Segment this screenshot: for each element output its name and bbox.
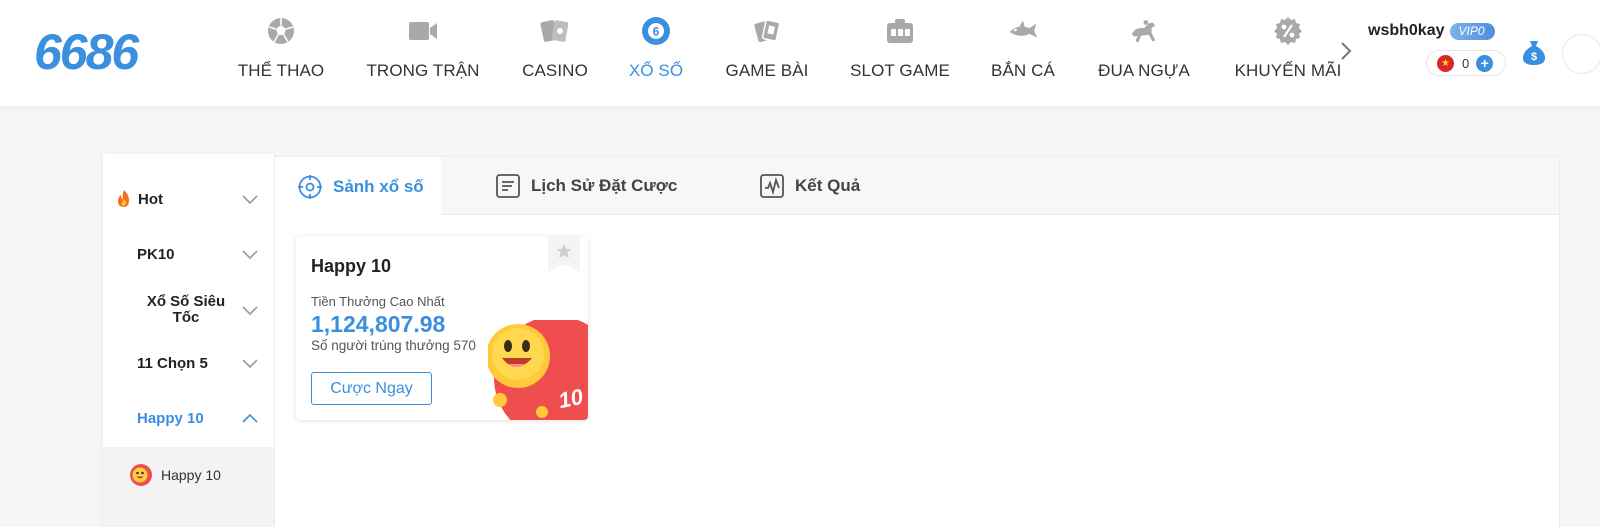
sidebar-label: Hot	[138, 190, 163, 208]
winners-count: Số người trúng thưởng 570	[311, 338, 476, 353]
lottery-panel: Sảnh xổ số Lịch Sử Đặt Cược Kết Quả Happ…	[274, 156, 1560, 527]
sidebar-label: PK10	[137, 245, 175, 263]
sidebar-label: Happy 10	[137, 409, 204, 427]
sidebar-subitem-label: Happy 10	[161, 467, 221, 483]
svg-text:$: $	[1531, 51, 1537, 63]
nav-item-khuyen-mai[interactable]: KHUYẾN MÃI	[1228, 0, 1348, 106]
happy-10-icon	[130, 464, 152, 486]
svg-text:6: 6	[653, 25, 660, 39]
username[interactable]: wsbh0kay	[1368, 22, 1444, 40]
document-icon	[496, 174, 520, 198]
discount-icon	[1272, 15, 1304, 47]
nav-label: GAME BÀI	[725, 61, 809, 80]
tab-label: Kết Quả	[795, 176, 861, 195]
nav-label: BẮN CÁ	[991, 61, 1055, 80]
deposit-plus-icon[interactable]: +	[1476, 54, 1494, 72]
sidebar-submenu: Happy 10	[103, 447, 274, 527]
nav-label: TRONG TRẬN	[366, 61, 480, 80]
video-camera-icon	[407, 15, 439, 47]
sidebar-item-hot[interactable]: Hot	[103, 184, 274, 214]
nav-label: CASINO	[522, 61, 588, 80]
fish-icon	[1007, 15, 1039, 47]
nav-label: ĐUA NGỰA	[1098, 61, 1190, 80]
balance-value: 0	[1462, 55, 1470, 71]
chevron-down-icon	[242, 306, 258, 316]
balance-box: ★ 0 +	[1426, 50, 1506, 76]
chevron-down-icon	[242, 250, 258, 260]
nav-item-xo-so[interactable]: 6 XỔ SỐ	[621, 0, 691, 106]
vietnam-flag-icon: ★	[1437, 54, 1454, 72]
money-bag-icon[interactable]: $	[1519, 37, 1549, 67]
tab-label: Sảnh xổ số	[333, 176, 424, 196]
nav-label: KHUYẾN MÃI	[1234, 61, 1342, 80]
sidebar-item-pk10[interactable]: PK10	[103, 239, 274, 269]
chevron-right-icon	[1341, 42, 1352, 60]
sidebar-item-11-chon-5[interactable]: 11 Chọn 5	[103, 348, 274, 378]
sidebar-subitem-happy-10[interactable]: Happy 10	[129, 463, 221, 487]
star-favorite-icon[interactable]	[548, 236, 580, 272]
nav-item-dua-ngua[interactable]: ĐUA NGỰA	[1094, 0, 1194, 106]
slot-machine-icon	[884, 15, 916, 47]
chevron-down-icon	[242, 195, 258, 205]
nav-item-casino[interactable]: CASINO	[509, 0, 601, 106]
chevron-down-icon	[242, 359, 258, 369]
nav-label: XỔ SỐ	[628, 61, 684, 80]
top-header: 6686 THỂ THAO TRONG TRẬN CASINO 6 XỔ SỐ	[0, 0, 1600, 106]
card-title: Happy 10	[311, 256, 392, 276]
nav-item-slot-game[interactable]: SLOT GAME	[847, 0, 953, 106]
nav-next-arrow[interactable]	[1336, 38, 1356, 64]
tab-label: Lịch Sử Đặt Cược	[531, 176, 678, 195]
playing-cards-icon	[539, 15, 571, 47]
tab-bar: Sảnh xổ số Lịch Sử Đặt Cược Kết Quả	[275, 157, 1559, 216]
lottery-ball-icon: 6	[640, 15, 672, 47]
soccer-ball-icon	[265, 15, 297, 47]
profile-button[interactable]	[1562, 34, 1600, 74]
sidebar-label: Xổ Số Siêu Tốc	[146, 293, 226, 326]
main-nav: THỂ THAO TRONG TRẬN CASINO 6 XỔ SỐ GAME …	[225, 0, 1353, 106]
chart-icon	[760, 174, 784, 198]
tab-bet-history[interactable]: Lịch Sử Đặt Cược	[495, 157, 695, 215]
nav-item-trong-tran[interactable]: TRONG TRẬN	[359, 0, 487, 106]
fire-icon	[118, 190, 129, 207]
target-icon	[298, 174, 322, 199]
nav-item-game-bai[interactable]: GAME BÀI	[722, 0, 812, 106]
horse-racing-icon	[1128, 15, 1160, 47]
jackpot-caption: Tiền Thưởng Cao Nhất	[311, 294, 445, 309]
card-game-icon	[751, 15, 783, 47]
game-card-happy-10[interactable]: Happy 10 Tiền Thưởng Cao Nhất 1,124,807.…	[296, 236, 588, 420]
nav-item-the-thao[interactable]: THỂ THAO	[225, 0, 337, 106]
chevron-up-icon	[242, 413, 258, 423]
sidebar-item-xo-so-sieu-toc[interactable]: Xổ Số Siêu Tốc	[103, 290, 274, 330]
user-info: wsbh0kay VIP0	[1368, 22, 1495, 40]
category-sidebar: Hot PK10 Xổ Số Siêu Tốc 11 Chọn 5 Happy …	[103, 154, 274, 527]
site-logo[interactable]: 6686	[34, 26, 139, 78]
bet-now-button[interactable]: Cược Ngay	[311, 372, 432, 405]
sidebar-item-happy-10[interactable]: Happy 10	[103, 403, 274, 433]
nav-label: SLOT GAME	[850, 61, 950, 80]
happy-10-mascot-icon: 10	[488, 320, 588, 420]
sidebar-label: 11 Chọn 5	[137, 354, 208, 372]
nav-label: THỂ THAO	[237, 61, 325, 80]
vip-badge[interactable]: VIP0	[1450, 22, 1495, 40]
tab-lottery-hall[interactable]: Sảnh xổ số	[275, 157, 441, 216]
nav-item-ban-ca[interactable]: BẮN CÁ	[987, 0, 1059, 106]
tab-results[interactable]: Kết Quả	[759, 157, 879, 215]
jackpot-amount: 1,124,807.98	[311, 311, 446, 337]
